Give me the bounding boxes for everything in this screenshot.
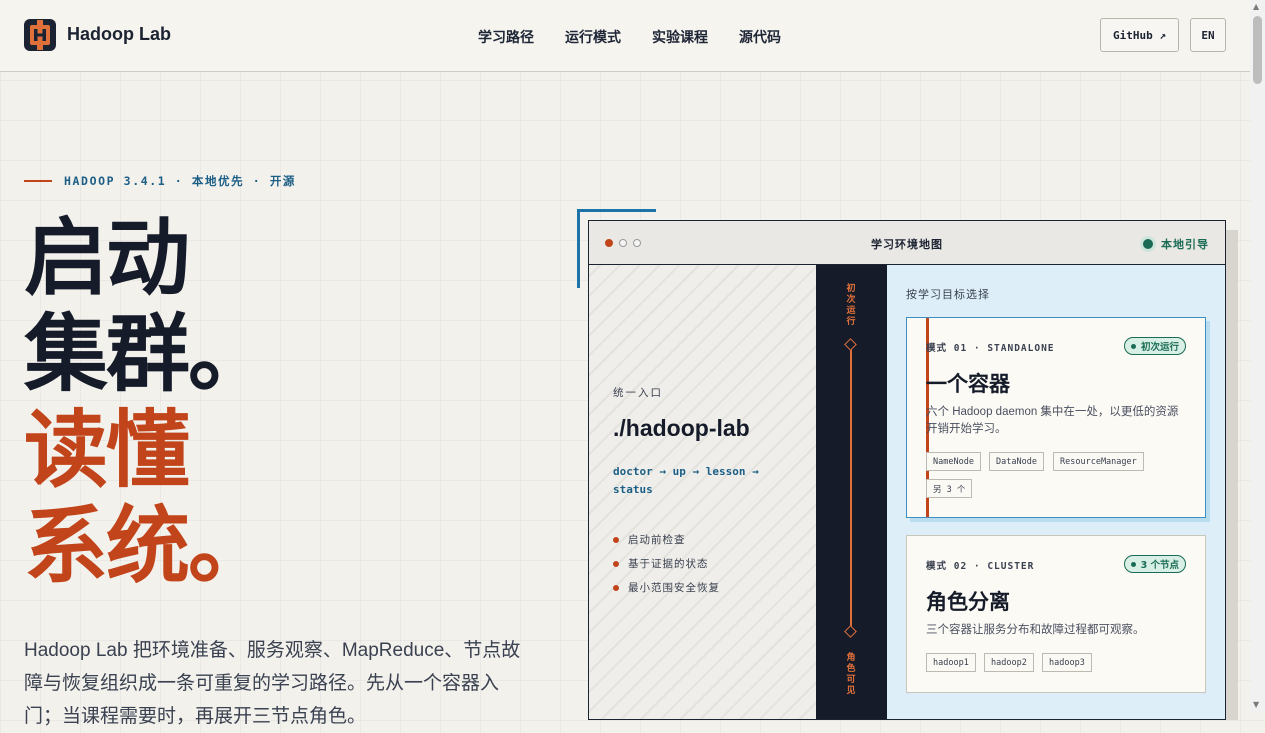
local-guide-label: 本地引导 — [1161, 238, 1209, 251]
hero-title-line-1: 启动 — [24, 209, 190, 307]
card-description: 三个容器让服务分布和故障过程都可观察。 — [926, 624, 1145, 636]
bullet-icon — [613, 560, 619, 567]
tag-hadoop2: hadoop2 — [984, 653, 1034, 672]
card-title: 一个容器 — [926, 372, 1010, 396]
pick-label: 按学习目标选择 — [906, 288, 990, 301]
track-node-icon — [844, 625, 857, 638]
nav-item-learning-path[interactable]: 学习路径 — [478, 27, 534, 47]
language-label: EN — [1201, 28, 1215, 42]
hadoop-logo-icon[interactable] — [24, 19, 56, 51]
status-badge: 3 个节点 — [1123, 555, 1186, 573]
tag-more: 另 3 个 — [926, 479, 973, 498]
scroll-down-icon[interactable]: ▼ — [1253, 700, 1259, 709]
github-button[interactable]: GitHub ↗ — [1100, 18, 1179, 52]
feature-label: 最小范围安全恢复 — [628, 582, 720, 594]
track-line — [850, 345, 852, 631]
tag-hadoop1: hadoop1 — [926, 653, 976, 672]
badge-dot-icon — [1130, 343, 1136, 349]
tag-hadoop3: hadoop3 — [1042, 653, 1092, 672]
track-column: 初次运行 角色可见 — [816, 265, 887, 719]
track-label-top: 初次运行 — [846, 284, 856, 327]
hero-title-line-2: 集群。 — [24, 305, 272, 403]
mode-card-cluster[interactable]: 模式 02 · CLUSTER 3 个节点 角色分离 三个容器让服务分布和故障过… — [906, 535, 1206, 693]
feature-item: 基于证据的状态 — [613, 556, 709, 571]
badge-label: 3 个节点 — [1140, 560, 1179, 571]
status-badge: 初次运行 — [1123, 337, 1186, 355]
badge-dot-icon — [1130, 561, 1136, 567]
hero-eyebrow: HADOOP 3.4.1 · 本地优先 · 开源 — [64, 174, 297, 188]
github-label: GitHub ↗ — [1113, 28, 1166, 42]
card-meta: 模式 02 · CLUSTER — [926, 561, 1035, 572]
track-label-bottom: 角色可见 — [846, 653, 856, 696]
bullet-icon — [613, 536, 619, 543]
scrollbar-thumb[interactable] — [1253, 16, 1262, 84]
card-description: 六个 Hadoop daemon 集中在一处，以更低的资源开销开始学习。 — [926, 406, 1179, 435]
nav-item-lab-courses[interactable]: 实验课程 — [652, 27, 708, 47]
feature-item: 最小范围安全恢复 — [613, 580, 720, 595]
entry-column: 统一入口 ./hadoop-lab doctor → up → lesson →… — [589, 265, 816, 719]
status-dot-icon — [1143, 239, 1153, 249]
feature-label: 启动前检查 — [628, 534, 686, 546]
panel-header: 学习环境地图 本地引导 — [589, 221, 1225, 265]
mode-column: 按学习目标选择 模式 01 · STANDALONE 初次运行 一个容器 六个 … — [887, 265, 1225, 719]
hero-intro: Hadoop Lab 把环境准备、服务观察、MapReduce、节点故障与恢复组… — [24, 640, 521, 727]
entry-label: 统一入口 — [613, 387, 663, 399]
nav-item-source-code[interactable]: 源代码 — [739, 27, 781, 47]
page-scrollbar[interactable]: ▲ ▼ — [1250, 0, 1265, 712]
eyebrow-rule — [24, 180, 52, 182]
badge-label: 初次运行 — [1140, 342, 1179, 353]
hero-title-line-3: 读懂 — [24, 401, 190, 499]
language-toggle-button[interactable]: EN — [1190, 18, 1226, 52]
tag-namenode: NameNode — [926, 452, 981, 471]
card-title: 角色分离 — [926, 590, 1010, 614]
track-node-icon — [844, 338, 857, 351]
entry-command: ./hadoop-lab — [613, 415, 750, 441]
scroll-up-icon[interactable]: ▲ — [1253, 2, 1259, 11]
learning-map-panel: 学习环境地图 本地引导 统一入口 ./hadoop-lab doctor → u… — [588, 220, 1226, 720]
card-meta: 模式 01 · STANDALONE — [926, 343, 1055, 354]
tag-datanode: DataNode — [989, 452, 1044, 471]
feature-label: 基于证据的状态 — [628, 558, 709, 570]
main-menu: 学习路径 运行模式 实验课程 源代码 — [478, 27, 812, 47]
top-nav: Hadoop Lab 学习路径 运行模式 实验课程 源代码 GitHub ↗ E… — [0, 0, 1250, 72]
mode-card-standalone[interactable]: 模式 01 · STANDALONE 初次运行 一个容器 六个 Hadoop d… — [906, 317, 1206, 518]
panel-title: 学习环境地图 — [871, 238, 943, 251]
tag-resourcemanager: ResourceManager — [1053, 452, 1144, 471]
local-guide-status: 本地引导 — [1143, 236, 1209, 252]
bullet-icon — [613, 584, 619, 591]
nav-item-run-modes[interactable]: 运行模式 — [565, 27, 621, 47]
hero-title-line-4: 系统。 — [24, 497, 272, 595]
feature-item: 启动前检查 — [613, 532, 686, 547]
entry-flow: doctor → up → lesson → status — [613, 465, 759, 496]
brand-name[interactable]: Hadoop Lab — [67, 24, 171, 45]
